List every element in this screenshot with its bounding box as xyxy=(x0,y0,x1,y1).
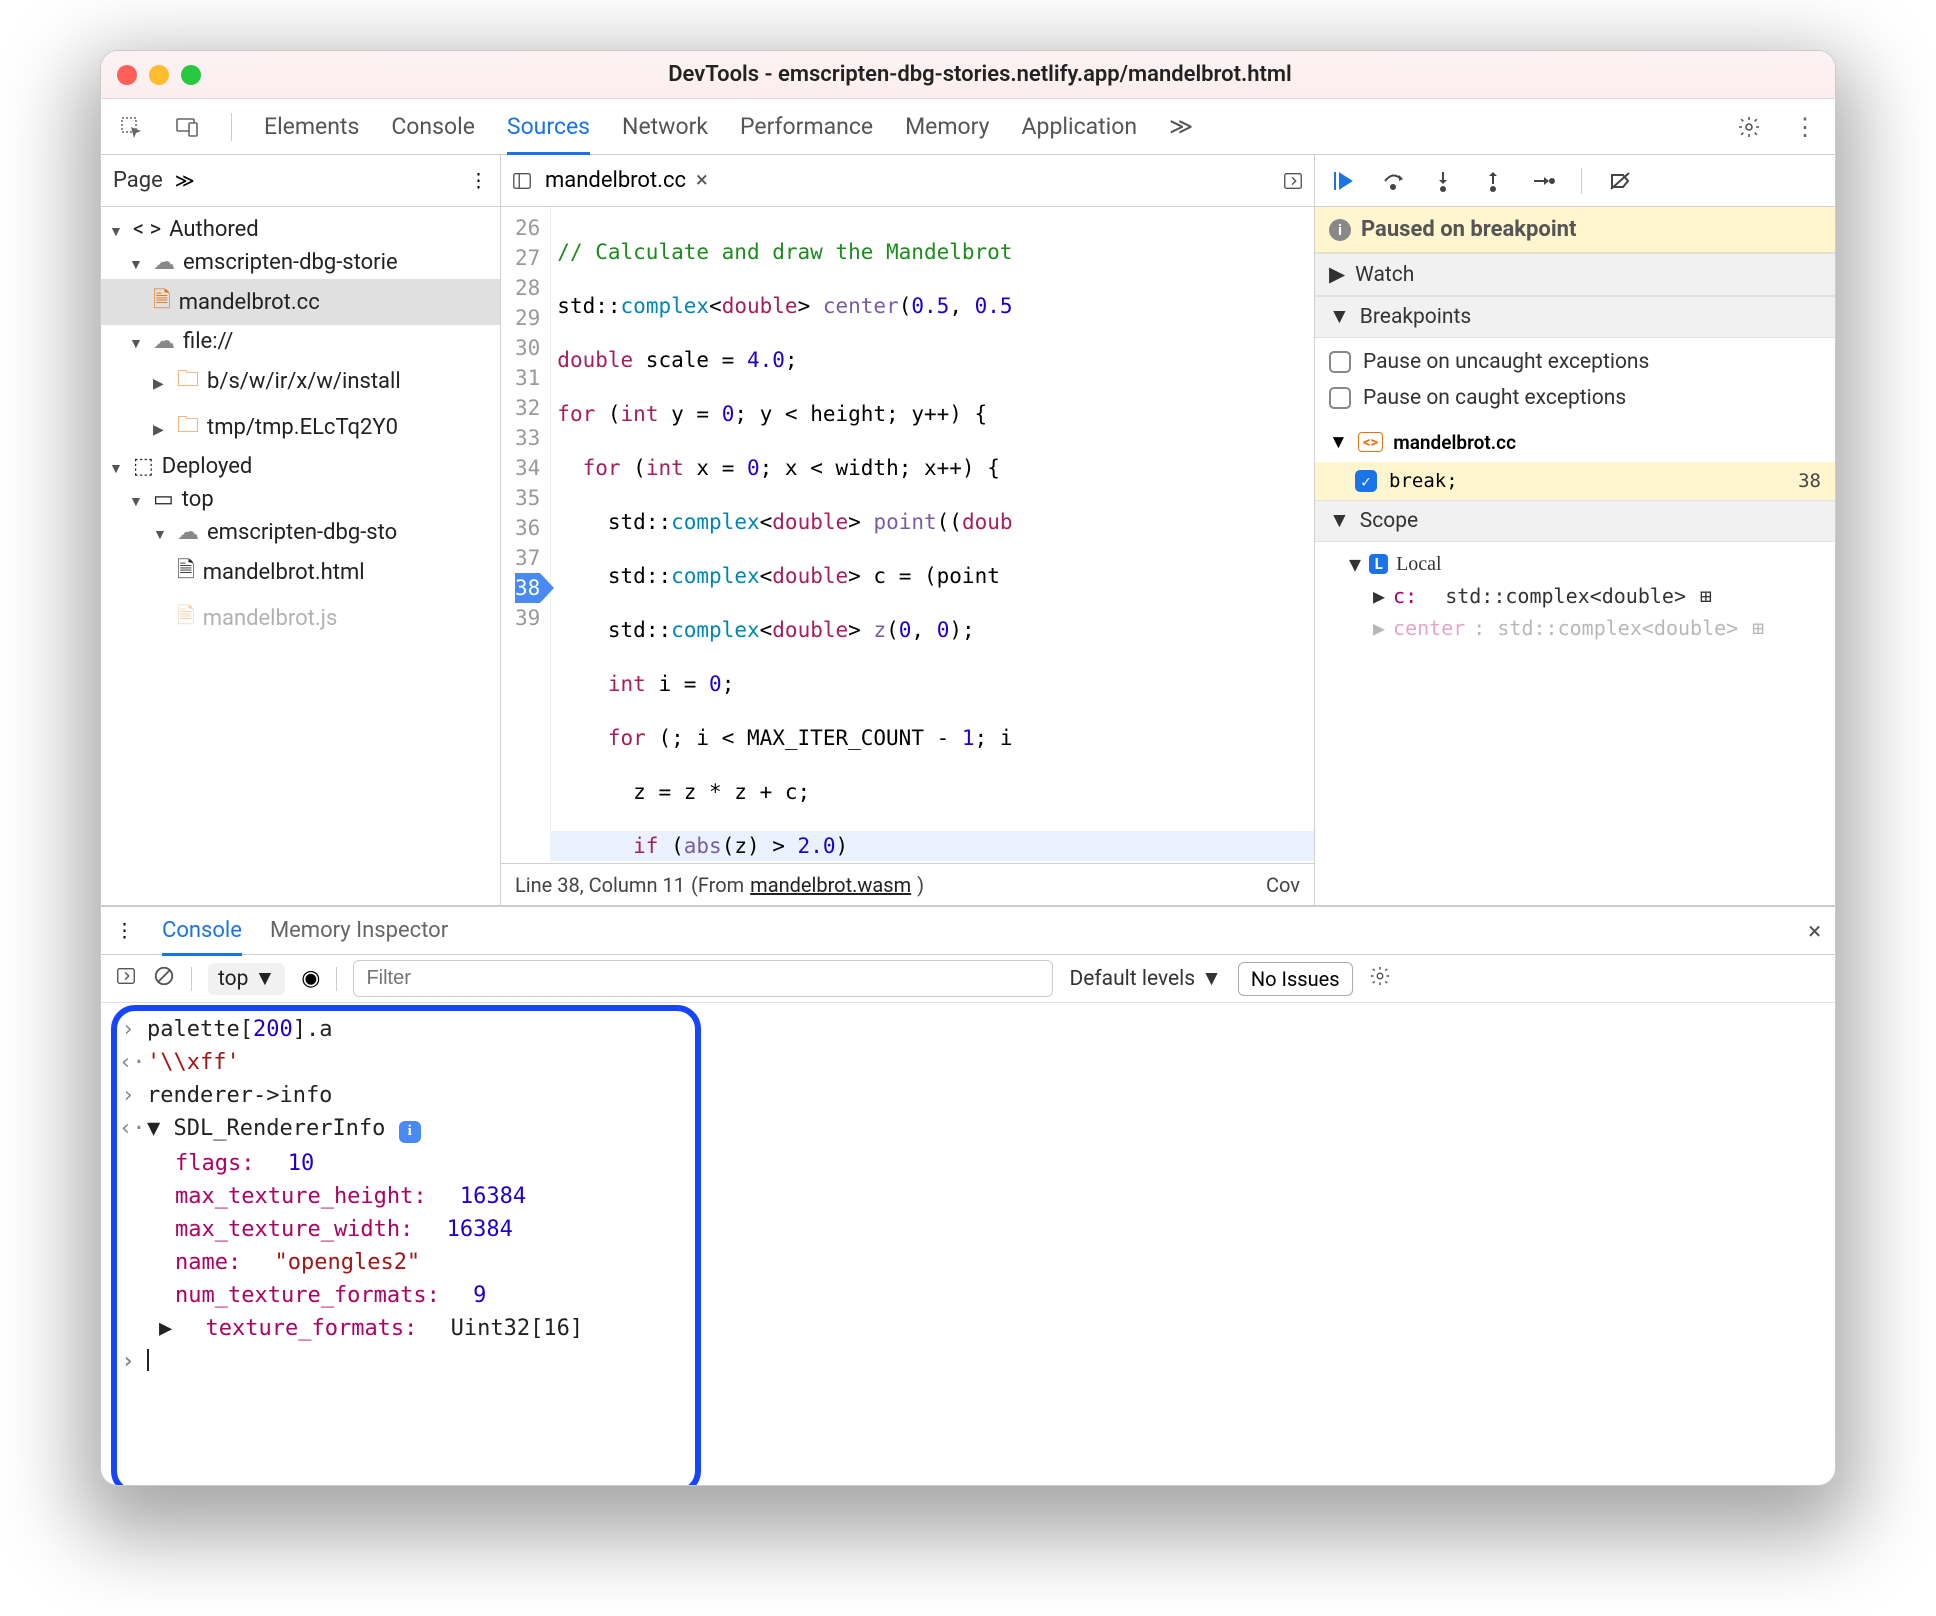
maximize-window-icon[interactable] xyxy=(181,65,201,85)
drawer-kebab-icon[interactable]: ⋮ xyxy=(115,919,134,942)
console-input-row: ›renderer->info xyxy=(119,1079,1817,1112)
tree-folder1[interactable]: b/s/w/ir/x/w/install xyxy=(207,369,401,394)
tab-console[interactable]: Console xyxy=(391,113,475,140)
window-title: DevTools - emscripten-dbg-stories.netlif… xyxy=(201,62,1759,87)
inspect-icon[interactable] xyxy=(119,115,143,139)
info-badge-icon[interactable]: i xyxy=(399,1121,421,1143)
pause-uncaught-checkbox[interactable] xyxy=(1329,351,1351,373)
watch-section[interactable]: ▶Watch xyxy=(1315,253,1835,296)
tab-network[interactable]: Network xyxy=(622,113,708,140)
titlebar: DevTools - emscripten-dbg-stories.netlif… xyxy=(101,51,1835,99)
device-toolbar-icon[interactable] xyxy=(175,115,199,139)
tree-file-cc[interactable]: mandelbrot.cc xyxy=(179,290,320,315)
close-tab-icon[interactable]: × xyxy=(696,168,708,193)
gutter[interactable]: 2627282930313233343536373839 xyxy=(501,207,551,863)
eye-icon[interactable]: ◉ xyxy=(301,966,320,991)
debugger-panel: i Paused on breakpoint ▶Watch ▼Breakpoin… xyxy=(1315,155,1835,905)
debugger-toolbar xyxy=(1315,155,1835,207)
console-output-row: ‹·'\\xff' xyxy=(119,1046,1817,1079)
code-editor[interactable]: 2627282930313233343536373839 // Calculat… xyxy=(501,207,1314,863)
console-settings-icon[interactable] xyxy=(1369,965,1391,992)
editor-status: Line 38, Column 11 (From mandelbrot.wasm… xyxy=(501,863,1314,905)
pause-caught-checkbox[interactable] xyxy=(1329,387,1351,409)
navigator-panel: Page ≫ ⋮ < >Authored ☁emscripten-dbg-sto… xyxy=(101,155,501,905)
editor-tab-label: mandelbrot.cc xyxy=(545,168,686,193)
paused-banner: i Paused on breakpoint xyxy=(1315,207,1835,253)
drawer-tabs: ⋮ Console Memory Inspector × xyxy=(101,907,1835,955)
navigator-more-icon[interactable]: ≫ xyxy=(175,169,195,192)
tab-more-icon[interactable]: ≫ xyxy=(1169,113,1193,140)
console-prompt[interactable]: › xyxy=(119,1345,1817,1378)
breakpoint-row[interactable]: ✓ break; 38 xyxy=(1315,462,1835,500)
step-out-icon[interactable] xyxy=(1481,169,1505,193)
toggle-navigator-icon[interactable] xyxy=(511,170,533,192)
source-map-link[interactable]: mandelbrot.wasm xyxy=(750,873,911,897)
tree-folder2[interactable]: tmp/tmp.ELcTq2Y0 xyxy=(207,415,398,440)
console-drawer: ⋮ Console Memory Inspector × top▼ ◉ Defa… xyxy=(101,905,1835,1485)
tree-site[interactable]: emscripten-dbg-storie xyxy=(183,250,398,275)
breakpoint-checkbox[interactable]: ✓ xyxy=(1355,470,1377,492)
sources-main: Page ≫ ⋮ < >Authored ☁emscripten-dbg-sto… xyxy=(101,155,1835,905)
console-output-row: ‹·▼ SDL_RendererInfo i xyxy=(119,1112,1817,1147)
more-tabs-icon[interactable] xyxy=(1282,170,1304,192)
breakpoint-file[interactable]: ▼<>mandelbrot.cc xyxy=(1315,422,1835,462)
tab-performance[interactable]: Performance xyxy=(740,113,873,140)
tree-deployed[interactable]: Deployed xyxy=(162,454,253,479)
minimize-window-icon[interactable] xyxy=(149,65,169,85)
drawer-tab-memory[interactable]: Memory Inspector xyxy=(270,918,448,943)
kebab-menu-icon[interactable]: ⋮ xyxy=(1793,113,1817,141)
navigator-kebab-icon[interactable]: ⋮ xyxy=(469,169,488,192)
settings-icon[interactable] xyxy=(1737,115,1761,139)
console-toolbar: top▼ ◉ Default levels▼ No Issues xyxy=(101,955,1835,1003)
drawer-close-icon[interactable]: × xyxy=(1808,917,1821,945)
breakpoints-body: Pause on uncaught exceptions Pause on ca… xyxy=(1315,338,1835,422)
clear-console-icon[interactable] xyxy=(153,965,175,992)
step-into-icon[interactable] xyxy=(1431,169,1455,193)
code-area[interactable]: // Calculate and draw the Mandelbrot std… xyxy=(551,207,1314,863)
tree-site2[interactable]: emscripten-dbg-sto xyxy=(207,520,397,545)
devtools-window: DevTools - emscripten-dbg-stories.netlif… xyxy=(100,50,1836,1486)
editor-tab-mandelbrot[interactable]: mandelbrot.cc × xyxy=(545,168,708,193)
no-issues-button[interactable]: No Issues xyxy=(1238,962,1353,996)
editor-panel: mandelbrot.cc × 262728293031323334353637… xyxy=(501,155,1315,905)
tree-html[interactable]: mandelbrot.html xyxy=(203,560,365,585)
resume-icon[interactable] xyxy=(1331,169,1355,193)
close-window-icon[interactable] xyxy=(117,65,137,85)
filter-input[interactable] xyxy=(353,960,1053,997)
tab-application[interactable]: Application xyxy=(1022,113,1138,140)
tab-memory[interactable]: Memory xyxy=(905,113,989,140)
coverage-label[interactable]: Cov xyxy=(1266,873,1300,897)
tree-authored[interactable]: Authored xyxy=(169,217,259,242)
console-output[interactable]: ›palette[200].a ‹·'\\xff' ›renderer->inf… xyxy=(101,1003,1835,1485)
info-icon: i xyxy=(1329,219,1351,241)
deactivate-breakpoints-icon[interactable] xyxy=(1608,169,1632,193)
step-over-icon[interactable] xyxy=(1381,169,1405,193)
context-selector[interactable]: top▼ xyxy=(208,963,285,995)
navigator-tab-page[interactable]: Page xyxy=(113,168,163,193)
step-icon[interactable] xyxy=(1531,169,1555,193)
drawer-tab-console[interactable]: Console xyxy=(162,918,242,956)
window-controls xyxy=(117,65,201,85)
scope-body: ▼LLocal ▶c: std::complex<double>⊞ ▶cente… xyxy=(1315,542,1835,650)
levels-selector[interactable]: Default levels▼ xyxy=(1069,967,1221,991)
cursor-position: Line 38, Column 11 xyxy=(515,873,685,897)
navigator-header: Page ≫ ⋮ xyxy=(101,155,500,207)
main-tabs: Elements Console Sources Network Perform… xyxy=(101,99,1835,155)
tree-file-scheme[interactable]: file:// xyxy=(183,329,233,354)
navigator-tree[interactable]: < >Authored ☁emscripten-dbg-storie 🗎mand… xyxy=(101,207,500,905)
console-input-row: ›palette[200].a xyxy=(119,1013,1817,1046)
console-sidebar-icon[interactable] xyxy=(115,965,137,992)
editor-tabs: mandelbrot.cc × xyxy=(501,155,1314,207)
scope-section[interactable]: ▼Scope xyxy=(1315,500,1835,542)
tab-elements[interactable]: Elements xyxy=(264,113,359,140)
tree-top[interactable]: top xyxy=(182,487,214,512)
breakpoints-section[interactable]: ▼Breakpoints xyxy=(1315,296,1835,338)
tree-js[interactable]: mandelbrot.js xyxy=(203,606,338,631)
tab-sources[interactable]: Sources xyxy=(507,113,590,155)
